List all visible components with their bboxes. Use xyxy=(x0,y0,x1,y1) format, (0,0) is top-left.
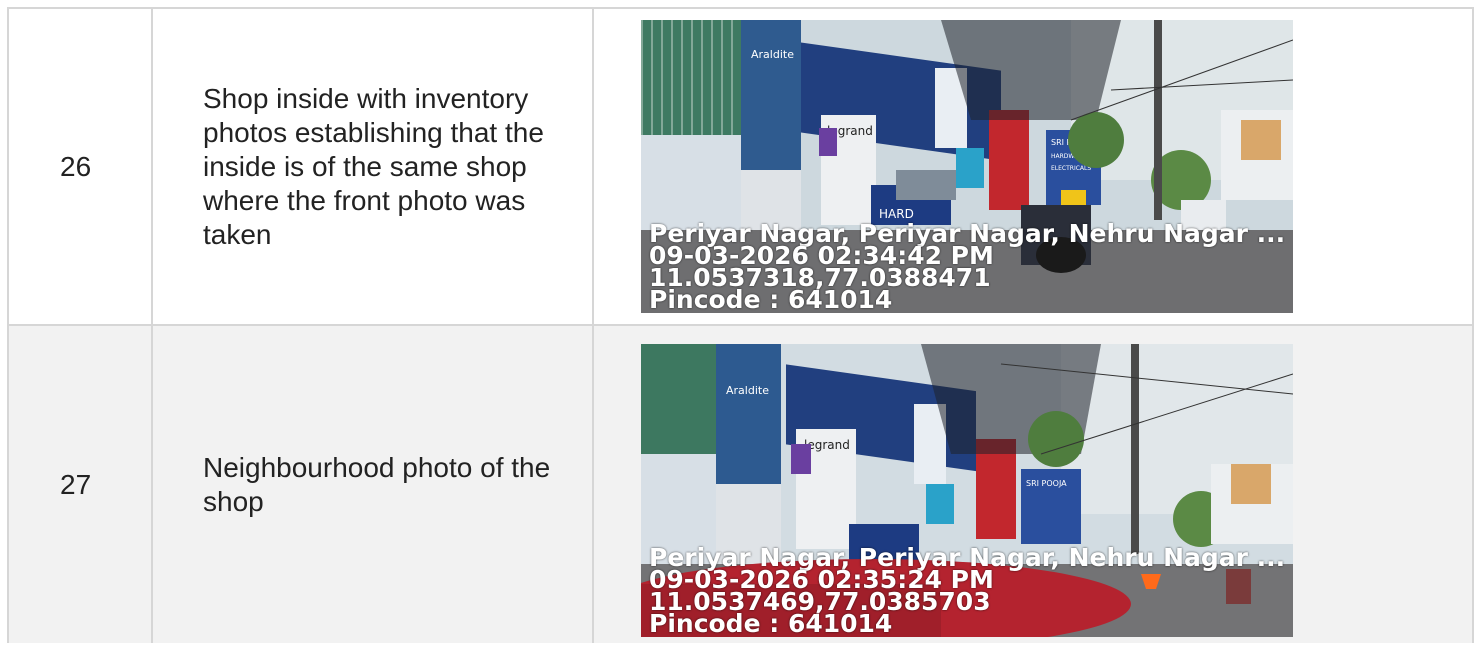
row-description: Shop inside with inventory photos establ… xyxy=(151,7,594,326)
evidence-table: 26 Shop inside with inventory photos est… xyxy=(7,7,1474,643)
araldite-sign: Araldite xyxy=(751,48,794,61)
sri-pooja-sign: SRI POOJA xyxy=(1026,479,1067,488)
photo-cell: Araldite legrand SRI POOJA Periyar Nagar… xyxy=(592,324,1474,643)
photo-cell: Araldite legrand HARD SRI POOJA HARDWARE… xyxy=(592,7,1474,326)
geotag-pincode: Pincode : 641014 xyxy=(649,609,893,637)
araldite-sign: Araldite xyxy=(726,384,769,397)
table-row: 26 Shop inside with inventory photos est… xyxy=(7,7,1474,326)
geotag-pincode: Pincode : 641014 xyxy=(649,285,893,313)
shop-photo[interactable]: Araldite legrand SRI POOJA Periyar Nagar… xyxy=(641,344,1293,637)
shop-photo[interactable]: Araldite legrand HARD SRI POOJA HARDWARE… xyxy=(641,20,1293,313)
table-row: 27 Neighbourhood photo of the shop Arald… xyxy=(7,324,1474,643)
photo-geotag-overlay: Periyar Nagar, Periyar Nagar, Nehru Naga… xyxy=(649,545,1285,637)
row-description: Neighbourhood photo of the shop xyxy=(151,324,594,643)
row-number: 27 xyxy=(7,324,153,643)
sri-pooja-sign-electricals: ELECTRICALS xyxy=(1051,165,1091,172)
row-number: 26 xyxy=(7,7,153,326)
photo-geotag-overlay: Periyar Nagar, Periyar Nagar, Nehru Naga… xyxy=(649,221,1285,313)
